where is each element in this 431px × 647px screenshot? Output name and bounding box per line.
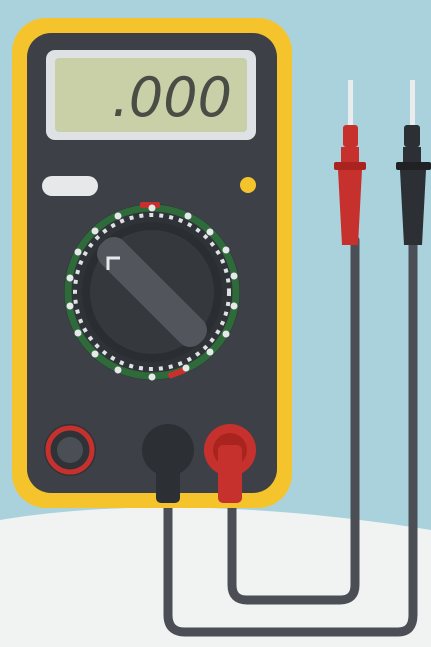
- indicator-light: [240, 177, 256, 193]
- multimeter-illustration: .000: [0, 0, 431, 647]
- input-jack-icon: [44, 424, 96, 476]
- function-button[interactable]: [42, 176, 98, 196]
- lcd-reading: .000: [112, 66, 232, 129]
- background-floor: [0, 507, 431, 647]
